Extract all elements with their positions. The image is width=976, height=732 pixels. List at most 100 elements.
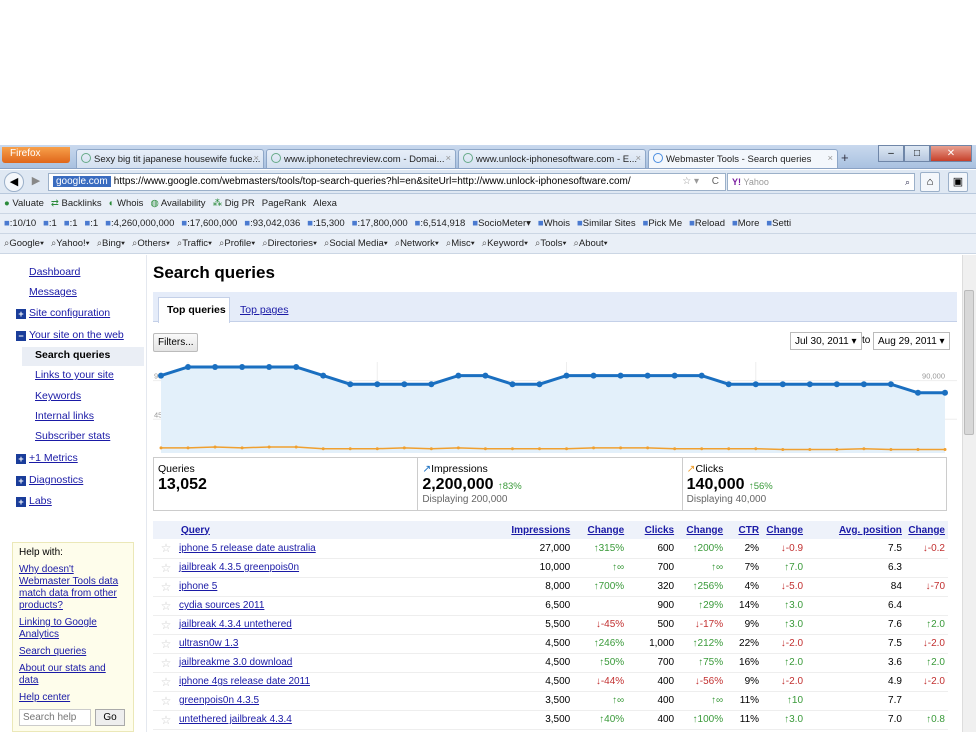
collapse-icon[interactable]: − xyxy=(16,331,26,341)
impressions-point[interactable] xyxy=(671,372,678,379)
impressions-point[interactable] xyxy=(455,372,462,379)
column-header[interactable]: Change xyxy=(677,521,727,539)
close-window-icon[interactable]: ✕ xyxy=(930,145,972,162)
home-icon[interactable]: ⌂ xyxy=(920,172,940,192)
sidebar-item-keywords[interactable]: Keywords xyxy=(35,390,81,402)
column-header[interactable]: Query xyxy=(178,521,509,539)
help-link[interactable]: About our stats and data xyxy=(19,663,127,687)
clicks-point[interactable] xyxy=(537,447,541,451)
search-icon[interactable]: ⌕ xyxy=(905,177,910,188)
impressions-point[interactable] xyxy=(644,372,651,379)
help-go-button[interactable]: Go xyxy=(95,709,125,726)
toolbar-stat[interactable]: ■:15,300 xyxy=(307,218,344,229)
toolbar-menu[interactable]: ⌕Others▾ xyxy=(132,238,170,249)
toolbar-menu[interactable]: ⌕Tools▾ xyxy=(535,238,567,249)
sort-link[interactable]: Change xyxy=(908,525,945,536)
query-cell[interactable]: jailbreak 4.3.5 greenpois0n xyxy=(178,558,509,578)
impressions-point[interactable] xyxy=(158,372,164,379)
sort-link[interactable]: Change xyxy=(686,525,723,536)
query-link[interactable]: untethered jailbreak 4.3.4 xyxy=(179,714,292,725)
sort-link[interactable]: Avg. position xyxy=(839,525,902,536)
sidebar-item-your-site-on-the-web[interactable]: − Your site on the web xyxy=(16,329,124,341)
clicks-point[interactable] xyxy=(916,448,920,452)
close-tab-icon[interactable]: × xyxy=(635,153,641,164)
star-icon[interactable]: ☆ xyxy=(153,710,179,730)
query-link[interactable]: iphone 5 xyxy=(179,581,217,592)
tab-top-pages[interactable]: Top pages xyxy=(240,304,288,316)
impressions-point[interactable] xyxy=(536,381,543,388)
clicks-point[interactable] xyxy=(673,447,677,451)
clicks-point[interactable] xyxy=(700,447,704,451)
browser-tab[interactable]: Sexy big tit japanese housewife fucke...… xyxy=(76,149,264,168)
impressions-point[interactable] xyxy=(320,372,327,379)
clicks-point[interactable] xyxy=(213,445,217,449)
query-link[interactable]: greenpois0n 4.3.5 xyxy=(179,695,259,706)
query-link[interactable]: jailbreakme 3.0 download xyxy=(179,657,292,668)
column-header[interactable]: Change xyxy=(762,521,807,539)
toolbar-item[interactable]: ◐ Whois xyxy=(109,198,144,209)
impressions-point[interactable] xyxy=(374,381,381,388)
toolbar-item[interactable]: ◍ Availability xyxy=(150,198,205,209)
clicks-point[interactable] xyxy=(159,446,163,450)
clicks-point[interactable] xyxy=(375,447,379,451)
tab-top-queries[interactable]: Top queries xyxy=(158,297,230,323)
impressions-point[interactable] xyxy=(239,364,246,370)
back-button[interactable]: ◀ xyxy=(4,172,24,192)
column-header[interactable]: Avg. position xyxy=(806,521,905,539)
close-tab-icon[interactable]: × xyxy=(253,153,259,164)
toolbar-stat[interactable]: ■:17,800,000 xyxy=(352,218,408,229)
bookmark-star-icon[interactable]: ☆ ▾ xyxy=(682,176,699,187)
toolbar-menu[interactable]: ⌕Profile▾ xyxy=(219,238,255,249)
sidebar-item-dashboard[interactable]: Dashboard xyxy=(29,266,80,278)
browser-tab-active[interactable]: Webmaster Tools - Search queries × xyxy=(648,149,838,168)
query-cell[interactable]: greenpois0n 4.3.5 xyxy=(178,691,509,711)
sort-link[interactable]: Impressions xyxy=(511,525,570,536)
query-cell[interactable]: ultrasn0w 1.3 xyxy=(178,634,509,654)
sidebar-item-search-queries[interactable]: Search queries xyxy=(35,349,110,361)
impressions-point[interactable] xyxy=(212,364,219,370)
clicks-point[interactable] xyxy=(186,446,190,450)
clicks-point[interactable] xyxy=(943,448,947,452)
impressions-point[interactable] xyxy=(563,372,570,379)
minimize-icon[interactable]: – xyxy=(878,145,904,162)
date-from-select[interactable]: Jul 30, 2011 ▾ xyxy=(790,332,862,350)
help-link[interactable]: Why doesn't Webmaster Tools data match d… xyxy=(19,564,127,612)
impressions-point[interactable] xyxy=(806,381,813,388)
toolbar-menu[interactable]: ⌕Social Media▾ xyxy=(324,238,388,249)
star-icon[interactable]: ☆ xyxy=(153,691,179,711)
star-icon[interactable]: ☆ xyxy=(153,672,179,692)
sidebar-link[interactable]: Site configuration xyxy=(29,307,110,319)
impressions-point[interactable] xyxy=(860,381,867,388)
sidebar-link[interactable]: +1 Metrics xyxy=(29,452,78,464)
impressions-point[interactable] xyxy=(887,381,894,388)
query-cell[interactable]: jailbreak 4.3.4 untethered xyxy=(178,615,509,635)
query-cell[interactable]: jailbreakme 3.0 download xyxy=(178,653,509,673)
impressions-point[interactable] xyxy=(428,381,435,388)
query-link[interactable]: jailbreak 4.3.4 untethered xyxy=(179,619,292,630)
scrollbar-thumb[interactable] xyxy=(964,290,974,435)
reload-icon[interactable]: C xyxy=(712,176,719,187)
toolbar-stat[interactable]: ■SocioMeter▾ xyxy=(472,218,531,229)
impressions-point[interactable] xyxy=(942,389,948,396)
impressions-point[interactable] xyxy=(698,372,705,379)
clicks-point[interactable] xyxy=(456,446,460,450)
toolbar-stat[interactable]: ■More xyxy=(732,218,759,229)
clicks-point[interactable] xyxy=(348,447,352,451)
query-link[interactable]: iphone 4gs release date 2011 xyxy=(179,676,310,687)
help-link[interactable]: Search queries xyxy=(19,646,127,658)
help-link[interactable]: Linking to Google Analytics xyxy=(19,617,127,641)
expand-icon[interactable]: + xyxy=(16,309,26,319)
toolbar-item[interactable]: Alexa xyxy=(313,198,337,209)
sort-link[interactable]: Change xyxy=(588,525,625,536)
filters-button[interactable]: Filters... xyxy=(153,333,198,352)
browser-tab[interactable]: www.unlock-iphonesoftware.com - E... × xyxy=(458,149,646,168)
toolbar-stat[interactable]: ■:6,514,918 xyxy=(415,218,466,229)
clicks-point[interactable] xyxy=(294,445,298,449)
toolbar-stat[interactable]: ■Whois xyxy=(538,218,570,229)
impressions-point[interactable] xyxy=(752,381,759,388)
clicks-point[interactable] xyxy=(754,447,758,451)
toolbar-stat[interactable]: ■Setti xyxy=(766,218,791,229)
expand-icon[interactable]: + xyxy=(16,497,26,507)
clicks-point[interactable] xyxy=(429,447,433,451)
toolbar-item[interactable]: ⇄ Backlinks xyxy=(51,198,102,209)
